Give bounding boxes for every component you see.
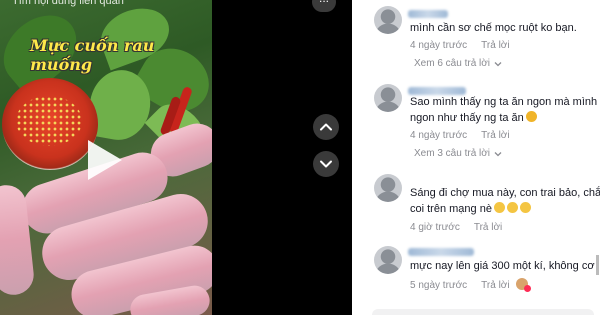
comment-meta: 4 ngày trước Trả lời — [410, 40, 510, 51]
reply-button[interactable]: Trả lời — [481, 280, 509, 291]
avatar[interactable] — [374, 6, 402, 34]
video-player[interactable]: Tìm nội dung liên quan Mực cuốn rau muốn… — [0, 0, 212, 315]
avatar[interactable] — [374, 84, 402, 112]
reply-button[interactable]: Trả lời — [481, 40, 509, 51]
dipping-sauce-bowl — [2, 78, 98, 170]
creator-liked-avatar-icon — [515, 278, 531, 292]
comment-meta: 4 giờ trước Trả lời — [410, 222, 502, 233]
comment-time: 4 ngày trước — [410, 40, 468, 51]
avatar[interactable] — [374, 246, 402, 274]
laughing-emoji-icon — [506, 202, 518, 213]
chevron-down-icon — [494, 61, 502, 66]
comment-meta: 4 ngày trước Trả lời — [410, 130, 510, 141]
comment-text: coi trên mạng nè — [410, 203, 492, 215]
comment-text: mình cần sơ chế mọc ruột ko bạn. — [410, 22, 577, 34]
play-icon[interactable] — [88, 140, 122, 180]
reply-button[interactable]: Trả lời — [474, 222, 502, 233]
comment-text-line-1: Sáng đi chợ mua này, con trai bảo, chắ — [410, 187, 600, 199]
next-video-button[interactable] — [313, 151, 339, 177]
comment-input[interactable] — [372, 309, 594, 315]
view-replies-label: Xem 3 câu trả lời — [414, 148, 491, 159]
chevron-down-icon — [320, 160, 332, 168]
scrollbar[interactable] — [596, 255, 599, 275]
comment-meta: 5 ngày trước Trả lời — [410, 278, 531, 292]
more-options-button[interactable]: ... — [312, 0, 336, 12]
comment-text: mực nay lên giá 300 một kí, không cơ — [410, 260, 595, 272]
comment-text-line-2: coi trên mạng nè — [410, 201, 600, 218]
chevron-up-icon — [320, 123, 332, 131]
comment-time: 4 giờ trước — [410, 222, 460, 233]
view-replies-button[interactable]: Xem 6 câu trả lời — [410, 58, 502, 69]
laughing-emoji-icon — [493, 202, 505, 213]
reply-button[interactable]: Trả lời — [481, 130, 509, 141]
previous-video-button[interactable] — [313, 114, 339, 140]
comments-panel[interactable]: mình cần sơ chế mọc ruột ko bạn. 4 ngày … — [352, 0, 600, 315]
username-blurred[interactable] — [408, 248, 474, 256]
sad-emoji-icon — [525, 111, 537, 122]
avatar[interactable] — [374, 174, 402, 202]
comment-text: ngon như thấy ng ta ăn — [410, 112, 524, 124]
laughing-emoji-icon — [519, 202, 531, 213]
related-search-hint[interactable]: Tìm nội dung liên quan — [12, 0, 172, 10]
view-replies-label: Xem 6 câu trả lời — [414, 58, 491, 69]
video-caption: Mực cuốn rau muống — [30, 36, 155, 74]
comment-text-line-2: ngon như thấy ng ta ăn — [410, 110, 600, 127]
comment-time: 4 ngày trước — [410, 130, 468, 141]
username-blurred[interactable] — [408, 10, 448, 18]
chevron-down-icon — [494, 151, 502, 156]
comment-text-line-1: Sao mình thấy ng ta ăn ngon mà mình — [410, 96, 598, 108]
comment-time: 5 ngày trước — [410, 280, 468, 291]
view-replies-button[interactable]: Xem 3 câu trả lời — [410, 148, 502, 159]
